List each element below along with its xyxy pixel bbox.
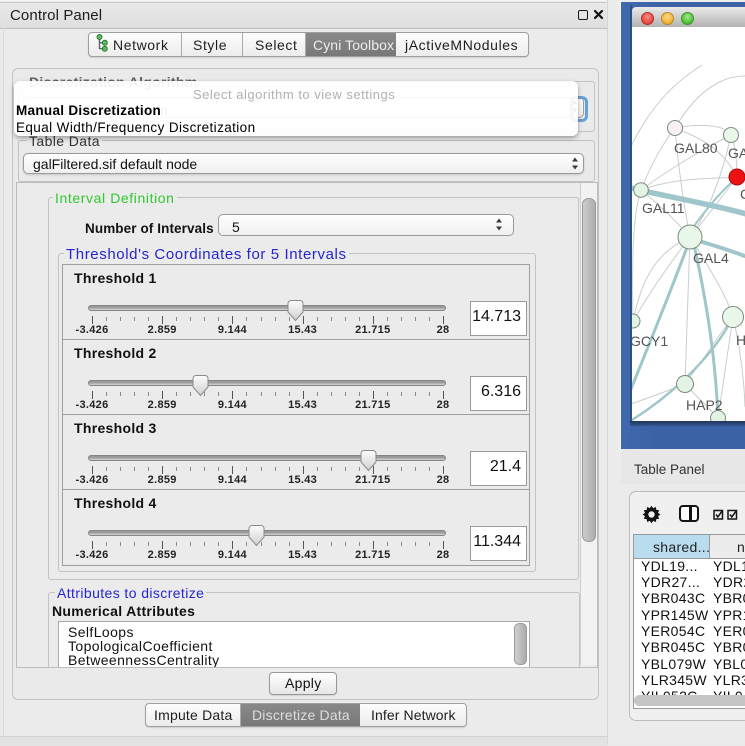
svg-text:H: H bbox=[736, 332, 745, 348]
svg-text:C: C bbox=[740, 186, 745, 202]
svg-text:GCY1: GCY1 bbox=[632, 333, 668, 349]
svg-text:GAL11: GAL11 bbox=[642, 200, 685, 216]
svg-text:HAP2: HAP2 bbox=[686, 397, 723, 413]
svg-text:GA: GA bbox=[728, 145, 745, 161]
svg-text:GAL4: GAL4 bbox=[693, 250, 729, 266]
svg-text:GAL80: GAL80 bbox=[674, 140, 718, 156]
